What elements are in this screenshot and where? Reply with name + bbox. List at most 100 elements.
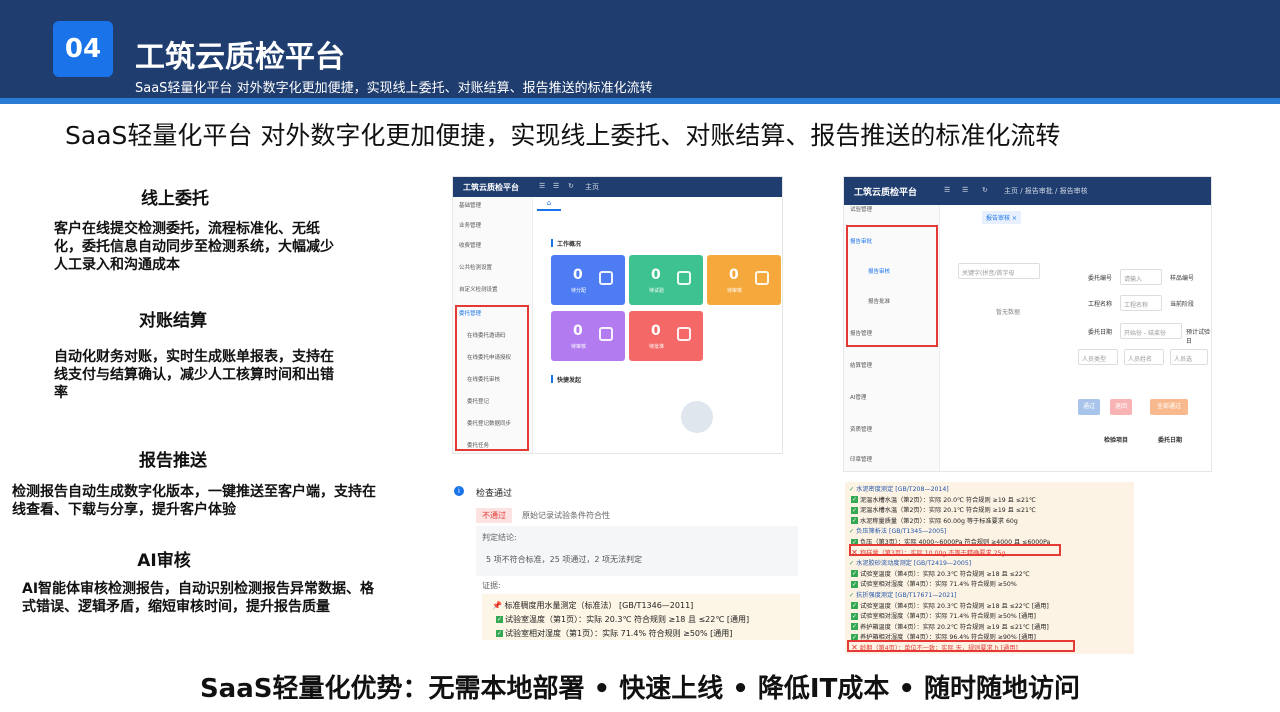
- screenshot-check-result: i 检查通过 不通过 原始记录试验条件符合性 判定结论: 5 项不符合标准，25…: [452, 480, 801, 640]
- stat-label: 待试验: [649, 288, 665, 294]
- check-icon: ✓: [851, 602, 858, 610]
- overview-title: 工作概况: [557, 241, 582, 248]
- document-icon: [755, 271, 769, 285]
- sidebar-item-business[interactable]: 业务管理: [459, 221, 481, 229]
- app-title: 工筑云质检平台: [854, 188, 918, 198]
- evidence-row: ✓ 试验室温度（第1页）：实际 20.3℃ 符合规则 ≥18 且 ≤22℃ [通用…: [496, 614, 749, 625]
- evidence-item-text: 标准稠度用水量测定（标准法） [GB/T1346—2011]: [504, 601, 694, 610]
- exchange-icon: [599, 271, 613, 285]
- field-label-project: 工程名称: [1088, 301, 1113, 308]
- stat-card[interactable]: 0 待审核: [707, 255, 781, 305]
- rule-text: 试验室温度（第4页）：实际 20.3℃ 符合规则 ≥18 且 ≤22℃: [860, 570, 1030, 578]
- evidence-item-title: 📌 标准稠度用水量测定（标准法） [GB/T1346—2011]: [492, 600, 693, 611]
- field-label-date: 委托日期: [1088, 329, 1113, 336]
- check-icon: ✓: [851, 496, 858, 504]
- check-icon: ✓: [496, 616, 503, 623]
- evidence-panel: 📌 标准稠度用水量测定（标准法） [GB/T1346—2011] ✓ 试验室温度（…: [482, 594, 800, 640]
- stat-card[interactable]: 0 待批准: [629, 311, 703, 361]
- rule-line: ✓ 试验室温度（第4页）：实际 20.3℃ 符合规则 ≥18 且 ≤22℃ [通用…: [851, 601, 1049, 610]
- rule-text: 养护箱温度（第4页）：实际 20.2℃ 符合规则 ≥19 且 ≤21℃ [通用]: [860, 623, 1049, 631]
- table-header-date: 委托日期: [1158, 437, 1183, 444]
- sidebar-item-public-settings[interactable]: 公共检测设置: [459, 263, 492, 271]
- evidence-row: ✓ 试验室相对湿度（第1页）：实际 71.4% 符合规则 ≥50% [通用]: [496, 628, 732, 639]
- tab-report-review[interactable]: 报告审核 ×: [982, 211, 1021, 224]
- fail-tag-text: 原始记录试验条件符合性: [522, 511, 610, 520]
- app-title: 工筑云质检平台: [463, 183, 519, 192]
- fail-tag: 不通过: [476, 508, 512, 523]
- empty-state-text: 暂无数据: [996, 309, 1021, 316]
- screenshot-report-review: 工筑云质检平台 ☰ ☰ ↻ 主页 / 报告审批 / 报告审核 试验管理 报告审批…: [843, 176, 1212, 472]
- date-range-input[interactable]: 开始份 - 结束份: [1120, 323, 1182, 339]
- order-no-input[interactable]: 请输入: [1120, 269, 1162, 285]
- quick-marker: [551, 375, 553, 383]
- check-icon: ✓: [851, 570, 858, 578]
- rule-line: ✓ 泥温水槽水温（第2页）：实际 20.0℃ 符合规则 ≥19 且 ≤21℃: [851, 495, 1036, 504]
- person-type-select[interactable]: 人员类型: [1078, 349, 1118, 365]
- highlight-box: [455, 305, 529, 451]
- stat-value: 0: [729, 267, 739, 283]
- app-topbar: 工筑云质检平台 ☰ ☰ ↻ 主页: [453, 177, 782, 197]
- error-highlight: [847, 640, 1075, 652]
- clipboard-icon: [599, 327, 613, 341]
- sidebar-item-basic[interactable]: 基础管理: [459, 201, 481, 209]
- refresh-icon[interactable]: ↻: [982, 186, 988, 194]
- section-body-settlement: 自动化财务对账，实时生成账单报表，支持在线支付与结算确认，减少人工核算时间和出错…: [54, 349, 334, 401]
- field-label-sample-no: 样品编号: [1170, 275, 1195, 282]
- field-label-order-no: 委托编号: [1088, 275, 1113, 282]
- list-icon[interactable]: ☰: [553, 182, 559, 190]
- pin-icon: 📌: [492, 601, 502, 610]
- approve-button[interactable]: 通过: [1078, 399, 1100, 415]
- table-header-item: 检验项目: [1104, 437, 1129, 444]
- section-title-settlement: 对账结算: [139, 311, 207, 331]
- section-title-report-push: 报告推送: [139, 451, 207, 471]
- rule-line: ✓ 试验室相对湿度（第4页）：实际 71.4% 符合规则 ≥50% [通用]: [851, 611, 1036, 620]
- stat-label: 待审核: [727, 288, 743, 294]
- rule-line: ✓ 养护箱温度（第4页）：实际 20.2℃ 符合规则 ≥19 且 ≤21℃ [通用…: [851, 622, 1049, 631]
- sidebar-item-tests[interactable]: 试验管理: [850, 205, 872, 213]
- project-input[interactable]: 工程名称: [1120, 295, 1162, 311]
- approve-all-button[interactable]: 全部通过: [1150, 399, 1188, 415]
- highlight-box: [846, 225, 938, 347]
- screenshot-dashboard: 工筑云质检平台 ☰ ☰ ↻ 主页 基础管理 业务管理 收费管理 公共检测设置 自…: [452, 176, 783, 454]
- list-icon[interactable]: ☰: [962, 186, 968, 194]
- sidebar-item-settlement[interactable]: 结算管理: [850, 361, 872, 369]
- page-subtitle: SaaS轻量化平台 对外数字化更加便捷，实现线上委托、对账结算、报告推送的标准化…: [135, 81, 653, 96]
- sidebar-item-ai[interactable]: AI管理: [850, 393, 866, 401]
- stat-card[interactable]: 0 待试验: [629, 255, 703, 305]
- person-name-select[interactable]: 人员姓名: [1124, 349, 1164, 365]
- menu-icon[interactable]: ☰: [944, 186, 950, 194]
- rule-group-title: ✓ 水泥胶砂流动度测定 [GB/T2419—2005]: [849, 558, 971, 567]
- app-topbar: 工筑云质检平台 ☰ ☰ ↻ 主页 / 报告审批 / 报告审核: [844, 177, 1211, 205]
- check-icon: ✓: [851, 623, 858, 631]
- menu-icon[interactable]: ☰: [539, 182, 545, 190]
- reject-button[interactable]: 退回: [1110, 399, 1132, 415]
- person-select[interactable]: 人员选: [1170, 349, 1208, 365]
- rule-text: 水泥密度测定 [GB/T208—2014]: [856, 486, 949, 493]
- evidence-row-text: 试验室温度（第1页）：实际 20.3℃ 符合规则 ≥18 且 ≤22℃ [通用]: [505, 615, 750, 624]
- stat-value: 0: [573, 267, 583, 283]
- rule-text: 试验室相对湿度（第4页）：实际 71.4% 符合规则 ≥50%: [860, 581, 1017, 589]
- evidence-label: 证据:: [482, 581, 501, 590]
- keyword-search-input[interactable]: 关键字(拼音/首字母: [958, 263, 1040, 279]
- rule-text: 泥温水槽水温（第2页）：实际 20.0℃ 符合规则 ≥19 且 ≤21℃: [860, 496, 1036, 504]
- sidebar-item-fees[interactable]: 收费管理: [459, 241, 481, 249]
- refresh-icon[interactable]: ↻: [568, 182, 574, 190]
- home-tab-icon[interactable]: ⌂: [537, 199, 561, 211]
- check-title: 检查通过: [476, 489, 513, 499]
- judge-label: 判定结论:: [482, 533, 517, 542]
- stat-card[interactable]: 0 待分配: [551, 255, 625, 305]
- quick-start-title: 快捷发起: [557, 377, 582, 384]
- sidebar-item-custom-settings[interactable]: 自定义检测设置: [459, 285, 498, 293]
- rule-group-title: ✓ 抗折强度测定 [GB/T17671—2021]: [849, 590, 957, 599]
- judge-text: 5 项不符合标准，25 项通过，2 项无法判定: [486, 555, 642, 564]
- info-icon: i: [454, 486, 464, 496]
- stat-card[interactable]: 0 待审核: [551, 311, 625, 361]
- error-highlight: [849, 544, 1061, 556]
- rule-group-title: ✓ 水泥密度测定 [GB/T208—2014]: [849, 484, 949, 493]
- breadcrumb-home[interactable]: 主页: [585, 182, 599, 192]
- page-title: 工筑云质检平台: [135, 40, 345, 75]
- sidebar-item-seal[interactable]: 印章管理: [850, 455, 872, 463]
- rule-text: 试验室温度（第4页）：实际 20.3℃ 符合规则 ≥18 且 ≤22℃ [通用]: [860, 602, 1049, 610]
- shield-icon: [677, 327, 691, 341]
- sidebar-item-qualification[interactable]: 资质管理: [850, 425, 872, 433]
